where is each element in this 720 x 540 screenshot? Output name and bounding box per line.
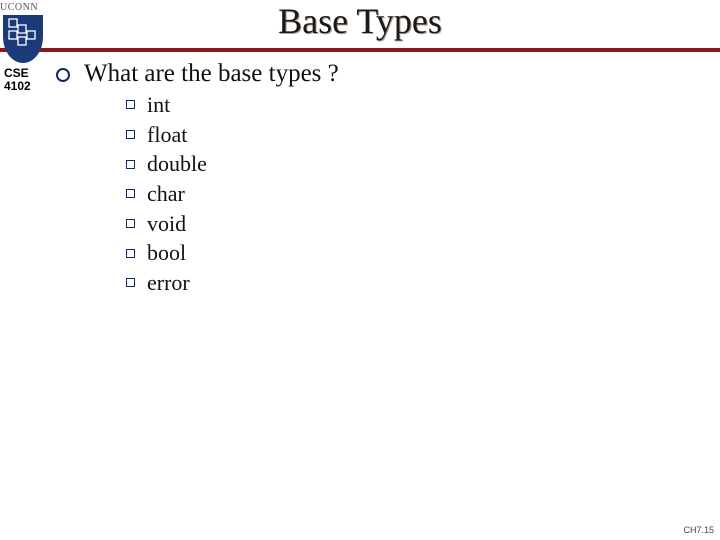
list-item: void — [126, 209, 700, 239]
list-item: bool — [126, 238, 700, 268]
square-bullet-icon — [126, 130, 135, 139]
type-name: int — [147, 90, 170, 120]
course-number: 4102 — [4, 80, 31, 93]
square-bullet-icon — [126, 189, 135, 198]
list-item: double — [126, 149, 700, 179]
square-bullet-icon — [126, 160, 135, 169]
type-name: void — [147, 209, 186, 239]
list-item: int — [126, 90, 700, 120]
square-bullet-icon — [126, 219, 135, 228]
type-list: int float double char void bool — [126, 90, 700, 298]
type-name: double — [147, 149, 207, 179]
circle-bullet-icon — [56, 68, 70, 82]
type-name: error — [147, 268, 190, 298]
list-item: char — [126, 179, 700, 209]
square-bullet-icon — [126, 249, 135, 258]
list-item: error — [126, 268, 700, 298]
question-text: What are the base types ? — [84, 60, 339, 88]
slide-number: CH7.15 — [683, 525, 714, 535]
list-item: float — [126, 120, 700, 150]
uconn-logo — [3, 15, 43, 63]
type-name: char — [147, 179, 185, 209]
shield-icon — [3, 15, 43, 63]
square-bullet-icon — [126, 100, 135, 109]
type-name: float — [147, 120, 187, 150]
square-bullet-icon — [126, 278, 135, 287]
content-area: What are the base types ? int float doub… — [56, 60, 700, 298]
slide-title: Base Types — [0, 0, 720, 42]
title-underline — [0, 48, 720, 52]
course-code: CSE 4102 — [4, 67, 31, 93]
question-row: What are the base types ? — [56, 60, 700, 88]
slide: UCONN Base Types CSE 4102 What are the b… — [0, 0, 720, 540]
type-name: bool — [147, 238, 186, 268]
